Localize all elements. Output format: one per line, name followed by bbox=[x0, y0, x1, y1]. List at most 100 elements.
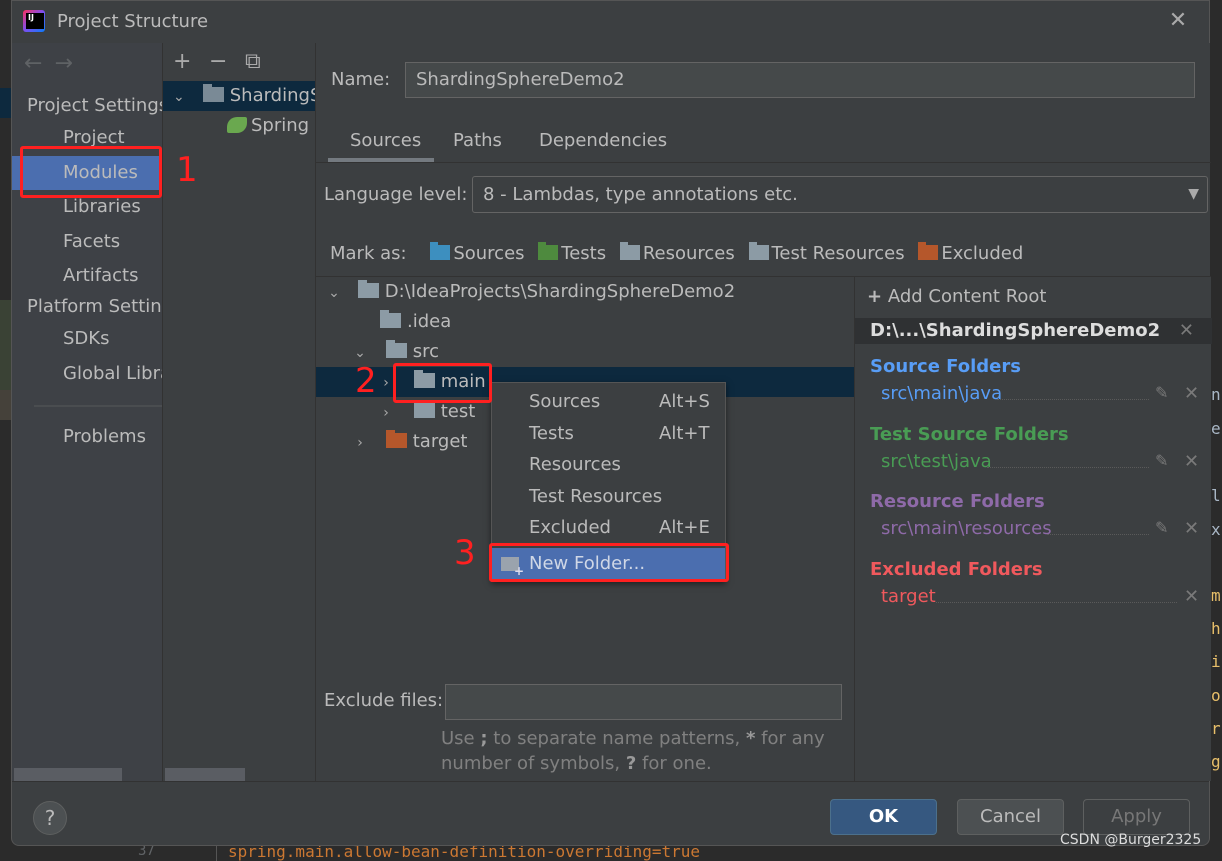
exclude-files-hint: Use ; to separate name patterns, * for a… bbox=[441, 726, 841, 776]
menu-item-sources[interactable]: Sources Alt+S bbox=[492, 386, 725, 418]
tab-paths[interactable]: Paths bbox=[453, 130, 502, 151]
mark-tests-button[interactable]: Tests bbox=[538, 242, 606, 264]
apply-button[interactable]: Apply bbox=[1083, 799, 1190, 835]
sidebar-item-label: Artifacts bbox=[63, 265, 139, 286]
code-char: o bbox=[1211, 686, 1221, 705]
modules-toolbar: + − ⧉ bbox=[173, 49, 281, 74]
menu-item-label: Tests bbox=[529, 423, 574, 444]
menu-item-excluded[interactable]: Excluded Alt+E bbox=[492, 512, 725, 544]
sidebar-item-modules[interactable]: Modules bbox=[12, 156, 162, 190]
tab-sources[interactable]: Sources bbox=[350, 130, 421, 151]
ok-button[interactable]: OK bbox=[830, 799, 937, 835]
mark-sources-button[interactable]: Sources bbox=[430, 242, 525, 264]
remove-root-icon[interactable]: ✕ bbox=[1179, 318, 1194, 344]
sources-folder-icon bbox=[430, 242, 451, 260]
chevron-down-icon[interactable]: ⌄ bbox=[173, 82, 187, 111]
name-label: Name: bbox=[331, 69, 391, 90]
resources-folder-icon bbox=[619, 242, 640, 260]
sidebar-item-sdks[interactable]: SDKs bbox=[12, 322, 162, 356]
arrow-left-icon[interactable]: ← bbox=[24, 51, 54, 76]
folder-path: src\main\resources bbox=[881, 518, 1052, 539]
dotted-leader bbox=[1047, 534, 1149, 535]
copy-icon[interactable]: ⧉ bbox=[245, 49, 281, 74]
module-label: Spring bbox=[251, 115, 310, 136]
dialog-footer: ? OK Cancel Apply bbox=[12, 781, 1209, 847]
code-char: l bbox=[1211, 486, 1221, 505]
menu-item-test-resources[interactable]: Test Resources bbox=[492, 481, 725, 513]
add-content-root-button[interactable]: + Add Content Root bbox=[867, 286, 1047, 307]
sidebar-item-label: Modules bbox=[63, 162, 138, 183]
tree-label: D:\IdeaProjects\ShardingSphereDemo2 bbox=[384, 281, 736, 302]
test-resources-folder-icon bbox=[748, 242, 769, 260]
module-folder-icon bbox=[202, 84, 224, 102]
exclude-files-input[interactable] bbox=[445, 684, 842, 720]
mark-resources-button[interactable]: Resources bbox=[619, 242, 735, 264]
tree-row[interactable]: .idea bbox=[316, 307, 854, 337]
remove-icon[interactable]: ✕ bbox=[1184, 518, 1199, 539]
sidebar-scrollbar[interactable] bbox=[14, 768, 122, 781]
tree-label: target bbox=[412, 431, 468, 452]
module-item[interactable]: Spring bbox=[163, 111, 315, 141]
title-bar: Project Structure ✕ bbox=[12, 1, 1209, 43]
sidebar-item-problems[interactable]: Problems bbox=[12, 420, 162, 454]
sidebar-item-libraries[interactable]: Libraries bbox=[12, 190, 162, 224]
menu-item-resources[interactable]: Resources bbox=[492, 449, 725, 481]
modules-scrollbar[interactable] bbox=[165, 768, 245, 781]
plus-icon: + bbox=[867, 286, 883, 307]
menu-item-new-folder[interactable]: New Folder... bbox=[492, 548, 725, 580]
help-button[interactable]: ? bbox=[33, 801, 67, 835]
code-char: x bbox=[1211, 520, 1221, 539]
sidebar-item-label: Project bbox=[63, 127, 125, 148]
sidebar-item-label: Problems bbox=[63, 426, 146, 447]
gutter-divider bbox=[216, 846, 217, 861]
sidebar-item-global-libraries[interactable]: Global Libraries bbox=[12, 357, 162, 391]
close-icon[interactable]: ✕ bbox=[1167, 10, 1189, 32]
edit-icon[interactable]: ✎ bbox=[1155, 518, 1168, 537]
chevron-right-icon[interactable]: › bbox=[350, 428, 370, 458]
edit-icon[interactable]: ✎ bbox=[1155, 383, 1168, 402]
chevron-right-icon[interactable]: › bbox=[376, 398, 396, 428]
sidebar-item-facets[interactable]: Facets bbox=[12, 225, 162, 259]
mark-label: Test Resources bbox=[771, 243, 905, 264]
dotted-leader bbox=[997, 399, 1149, 400]
module-detail-pane: Name: ShardingSphereDemo2 Sources Paths … bbox=[315, 43, 1212, 781]
sidebar-item-project[interactable]: Project bbox=[12, 121, 162, 155]
dotted-leader bbox=[987, 467, 1149, 468]
module-label: ShardingSphereDemo2 bbox=[229, 85, 315, 106]
section-platform-settings: Platform Settings bbox=[27, 296, 162, 317]
tree-row[interactable]: ⌄ src bbox=[316, 337, 854, 367]
chevron-right-icon[interactable]: › bbox=[376, 368, 396, 398]
language-level-select[interactable]: 8 - Lambdas, type annotations etc. ▼ bbox=[472, 176, 1208, 213]
hint-text: to separate name patterns, bbox=[487, 728, 746, 749]
remove-icon[interactable]: ✕ bbox=[1184, 451, 1199, 472]
sidebar-item-label: SDKs bbox=[63, 328, 110, 349]
chevron-down-icon[interactable]: ⌄ bbox=[350, 338, 370, 368]
excluded-folder-entry: target ✕ bbox=[881, 586, 1201, 607]
spring-leaf-icon bbox=[227, 117, 247, 133]
menu-item-label: Sources bbox=[529, 391, 601, 412]
arrow-right-icon[interactable]: → bbox=[54, 51, 84, 76]
mark-excluded-button[interactable]: Excluded bbox=[918, 242, 1023, 264]
tree-label: test bbox=[440, 401, 476, 422]
sidebar-item-artifacts[interactable]: Artifacts bbox=[12, 259, 162, 293]
menu-item-tests[interactable]: Tests Alt+T bbox=[492, 418, 725, 450]
module-name-input[interactable]: ShardingSphereDemo2 bbox=[405, 62, 1195, 98]
tree-row[interactable]: ⌄ D:\IdeaProjects\ShardingSphereDemo2 bbox=[316, 277, 854, 307]
dialog-title: Project Structure bbox=[57, 11, 209, 32]
add-icon[interactable]: + bbox=[173, 49, 209, 74]
mark-test-resources-button[interactable]: Test Resources bbox=[748, 242, 905, 264]
remove-icon[interactable]: − bbox=[209, 49, 245, 74]
menu-item-label: Excluded bbox=[529, 517, 611, 538]
mark-as-label: Mark as: bbox=[330, 243, 407, 264]
remove-icon[interactable]: ✕ bbox=[1184, 383, 1199, 404]
sidebar-divider bbox=[34, 405, 162, 407]
tab-dependencies[interactable]: Dependencies bbox=[539, 130, 667, 151]
chevron-down-icon[interactable]: ⌄ bbox=[324, 278, 344, 308]
edit-icon[interactable]: ✎ bbox=[1155, 451, 1168, 470]
cancel-button[interactable]: Cancel bbox=[957, 799, 1064, 835]
module-item[interactable]: ⌄ ShardingSphereDemo2 bbox=[163, 81, 315, 111]
folder-path: src\test\java bbox=[881, 451, 992, 472]
source-folder-entry: src\main\java ✎ ✕ bbox=[881, 383, 1201, 404]
hint-text: Use bbox=[441, 728, 481, 749]
remove-icon[interactable]: ✕ bbox=[1184, 586, 1199, 607]
